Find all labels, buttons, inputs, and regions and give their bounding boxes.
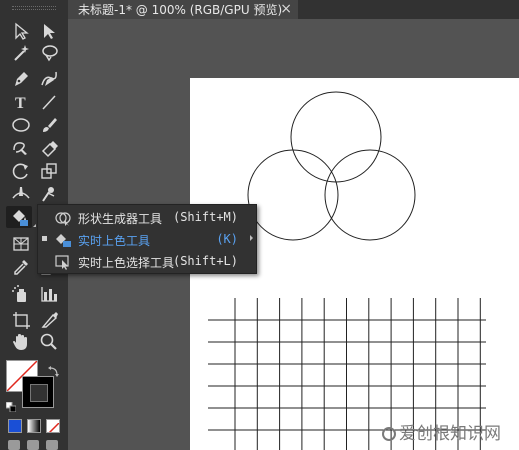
line-segment-tool-icon[interactable]	[36, 91, 62, 113]
eraser-tool-icon[interactable]	[36, 137, 62, 159]
menu-item-shortcut: (Shift+L)	[172, 254, 238, 268]
curvature-tool-icon[interactable]	[36, 68, 62, 90]
scale-tool-icon[interactable]	[36, 160, 62, 182]
color-mode-button[interactable]	[8, 419, 22, 433]
rotate-tool-icon[interactable]	[8, 160, 34, 182]
menu-item-shortcut: (K)	[216, 232, 238, 246]
watermark: 爱创根知识网	[382, 419, 501, 444]
lasso-tool-icon[interactable]	[36, 42, 62, 64]
magic-wand-tool-icon[interactable]	[8, 42, 34, 64]
draw-inside-icon[interactable]	[46, 440, 58, 450]
tool-flyout-menu: 形状生成器工具 (Shift+M) 实时上色工具 (K) 实时上色选择工具 (S…	[37, 204, 257, 274]
document-tab-bar: 未标题-1* @ 100% (RGB/GPU 预览) ×	[68, 0, 519, 19]
gradient-mode-button[interactable]	[27, 419, 41, 433]
live-paint-bucket-icon	[54, 232, 72, 248]
perspective-grid-tool-icon[interactable]	[8, 233, 34, 255]
ellipse-tool-icon[interactable]	[8, 114, 34, 136]
menu-item-label: 实时上色选择工具	[78, 256, 175, 270]
menu-item-label: 形状生成器工具	[78, 212, 163, 226]
width-tool-icon[interactable]	[8, 183, 34, 205]
panel-grip[interactable]	[12, 6, 56, 10]
default-fill-stroke-icon[interactable]	[5, 397, 17, 413]
swap-fill-stroke-icon[interactable]	[48, 362, 60, 377]
document-tab[interactable]: 未标题-1* @ 100% (RGB/GPU 预览) ×	[68, 0, 298, 19]
pen-tool-icon[interactable]	[8, 68, 34, 90]
live-paint-selection-icon	[54, 254, 72, 270]
selected-bullet-icon	[42, 236, 47, 241]
direct-selection-tool-icon[interactable]	[36, 20, 62, 42]
close-tab-button[interactable]: ×	[280, 1, 292, 17]
stroke-swatch[interactable]	[22, 376, 54, 408]
paintbrush-tool-icon[interactable]	[36, 114, 62, 136]
shape-builder-tool-icon	[54, 210, 72, 226]
menu-item-live-paint-selection[interactable]: 实时上色选择工具 (Shift+L)	[38, 251, 256, 273]
live-paint-bucket-tool-icon[interactable]	[6, 206, 32, 228]
eyedropper-tool-icon[interactable]	[8, 256, 34, 278]
symbol-sprayer-tool-icon[interactable]	[8, 283, 34, 305]
menu-item-shape-builder[interactable]: 形状生成器工具 (Shift+M)	[38, 207, 256, 229]
flyout-indicator	[33, 224, 36, 227]
selection-tool-icon[interactable]	[8, 20, 34, 42]
menu-item-live-paint-bucket[interactable]: 实时上色工具 (K)	[38, 229, 256, 251]
draw-normal-icon[interactable]	[8, 440, 20, 450]
type-tool-icon[interactable]: T	[8, 91, 34, 113]
document-tab-title: 未标题-1* @ 100% (RGB/GPU 预览)	[78, 3, 283, 17]
flyout-tearoff-arrow-icon[interactable]	[250, 235, 253, 241]
draw-behind-icon[interactable]	[27, 440, 39, 450]
shaper-tool-icon[interactable]	[8, 137, 34, 159]
column-graph-tool-icon[interactable]	[36, 283, 62, 305]
none-slash-icon	[48, 422, 59, 432]
none-mode-button[interactable]	[46, 419, 60, 433]
menu-item-shortcut: (Shift+M)	[172, 210, 238, 224]
svg-text:T: T	[15, 95, 26, 112]
artboard-tool-icon[interactable]	[8, 309, 34, 331]
watermark-text: 爱创根知识网	[399, 424, 501, 444]
slice-tool-icon[interactable]	[36, 309, 62, 331]
hand-tool-icon[interactable]	[8, 331, 34, 353]
circle-top[interactable]	[290, 91, 382, 183]
zoom-tool-icon[interactable]	[36, 331, 62, 353]
watermark-logo-icon	[382, 427, 396, 441]
menu-item-label: 实时上色工具	[78, 234, 151, 248]
puppet-warp-tool-icon[interactable]	[36, 183, 62, 205]
